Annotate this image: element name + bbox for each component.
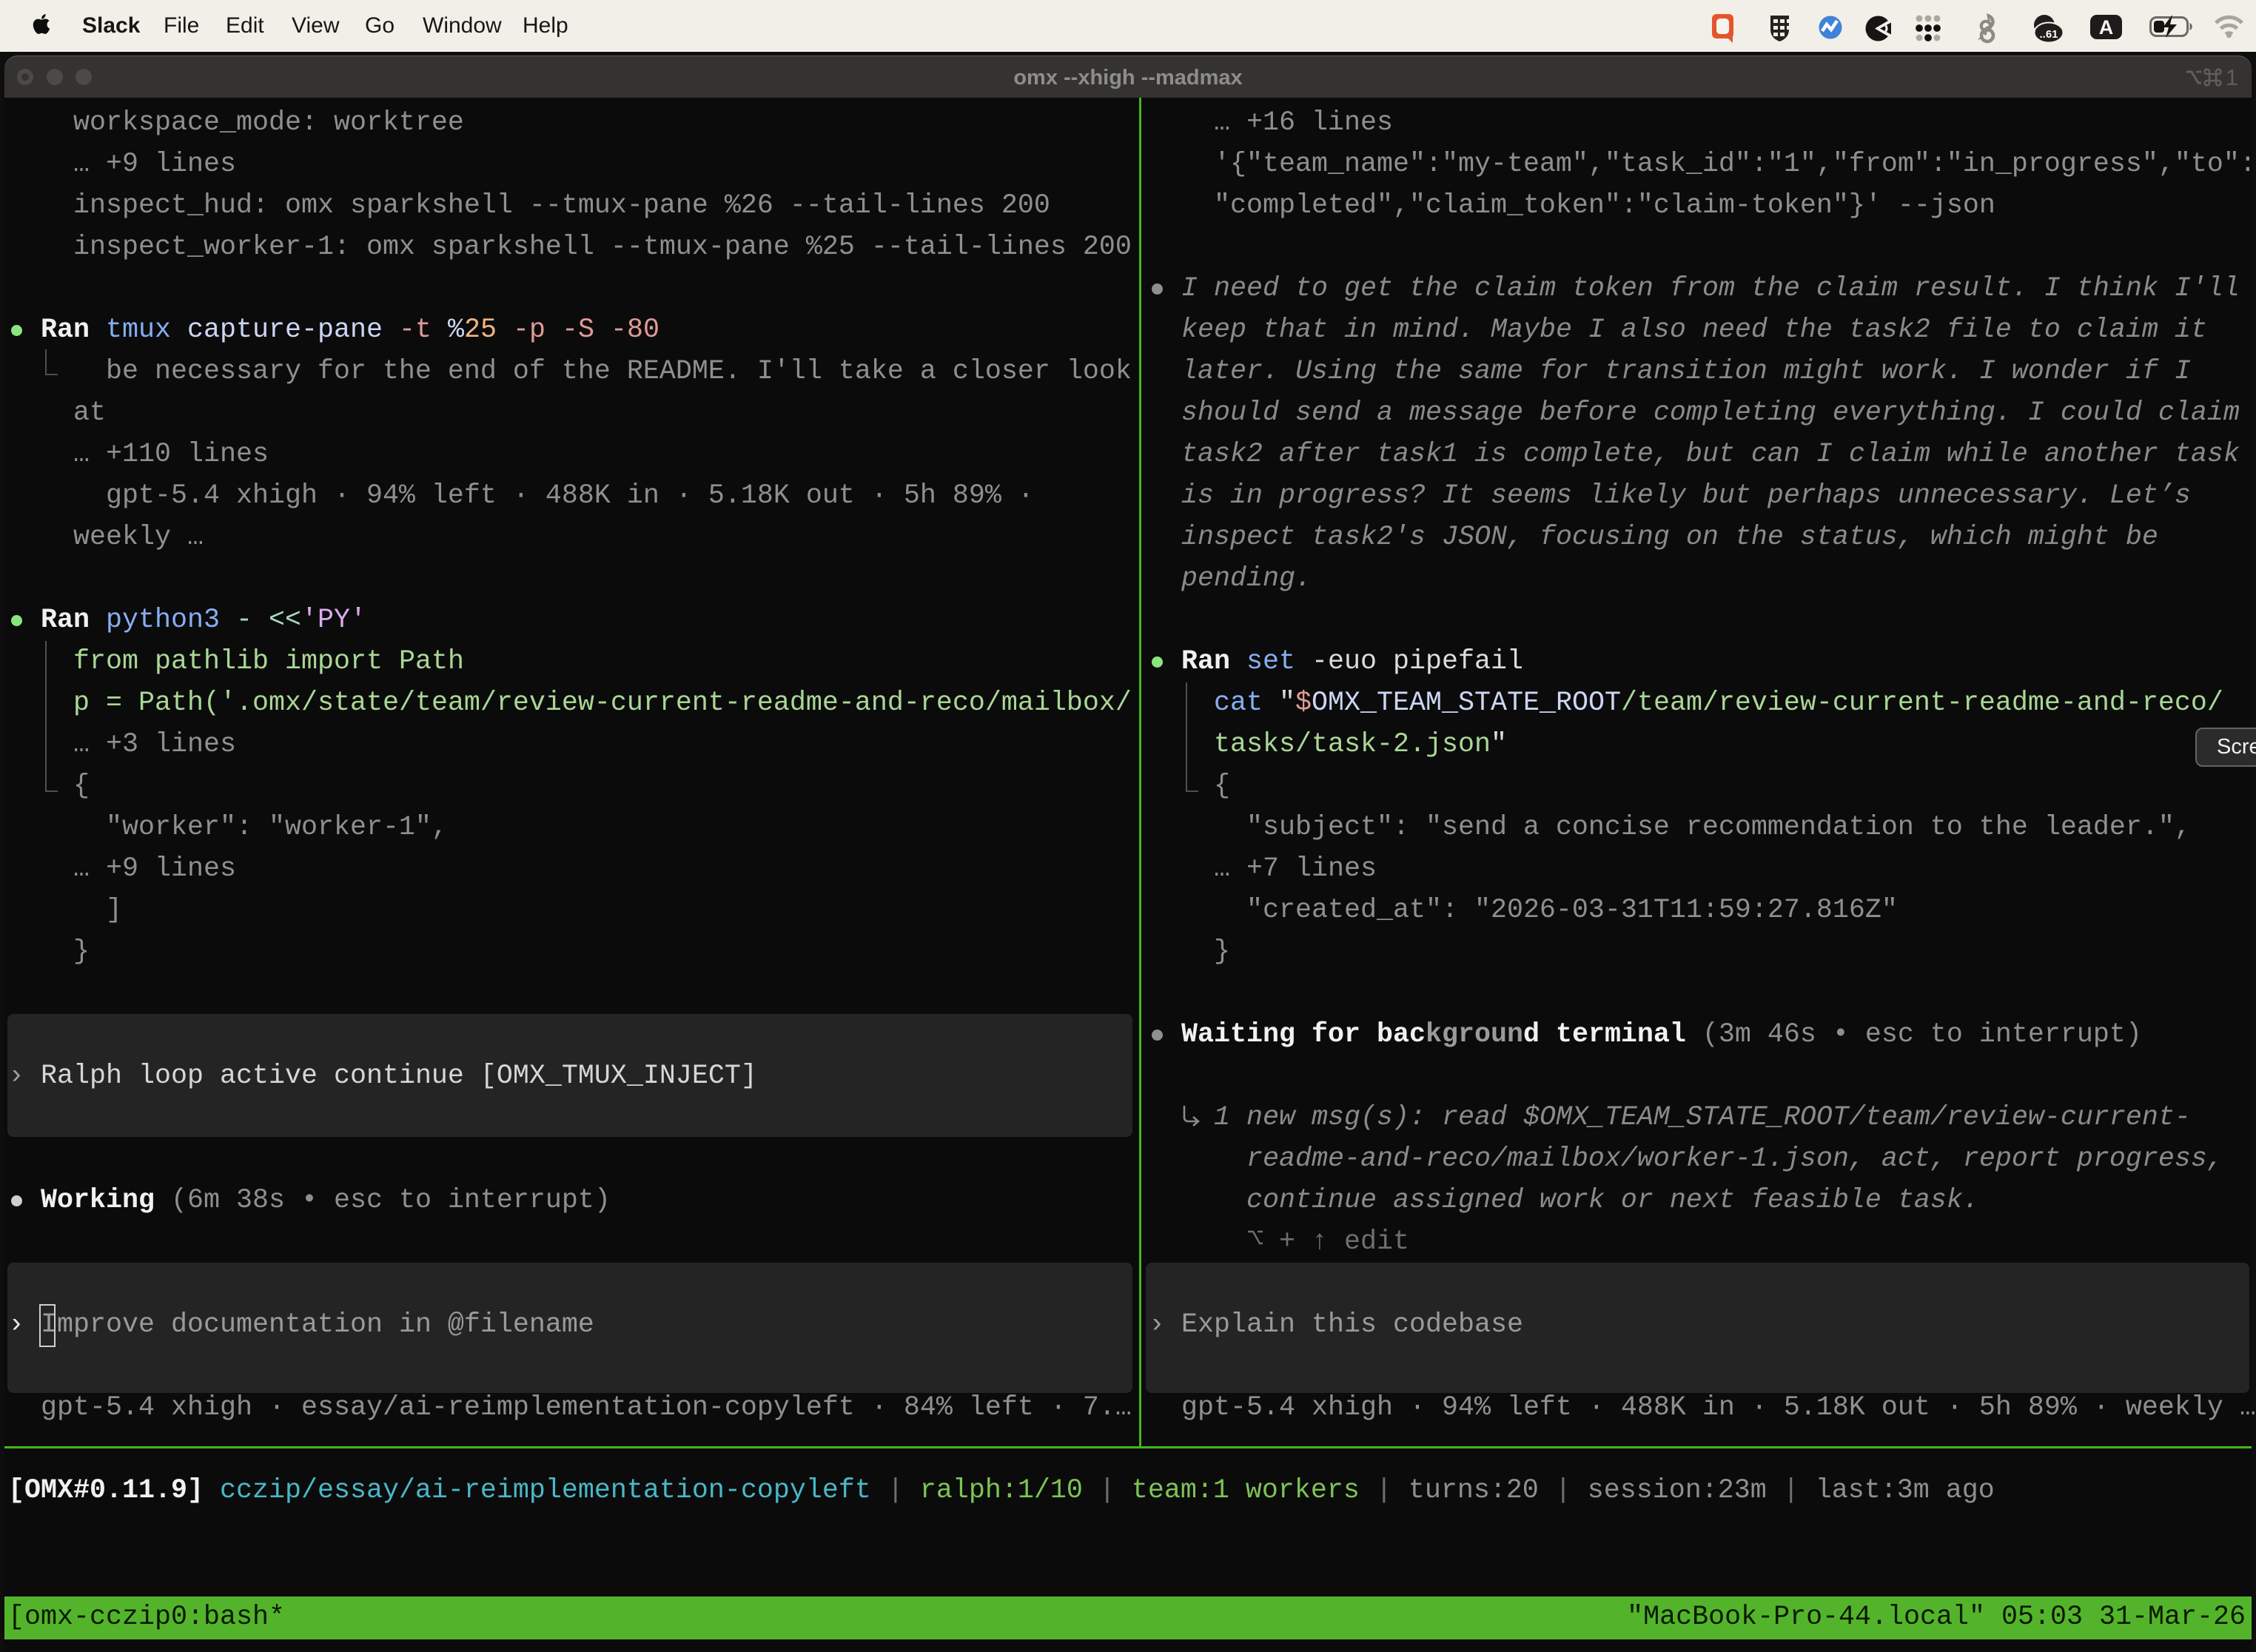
svg-text:A: A	[2099, 16, 2114, 38]
svg-text:..61: ..61	[2039, 28, 2058, 41]
